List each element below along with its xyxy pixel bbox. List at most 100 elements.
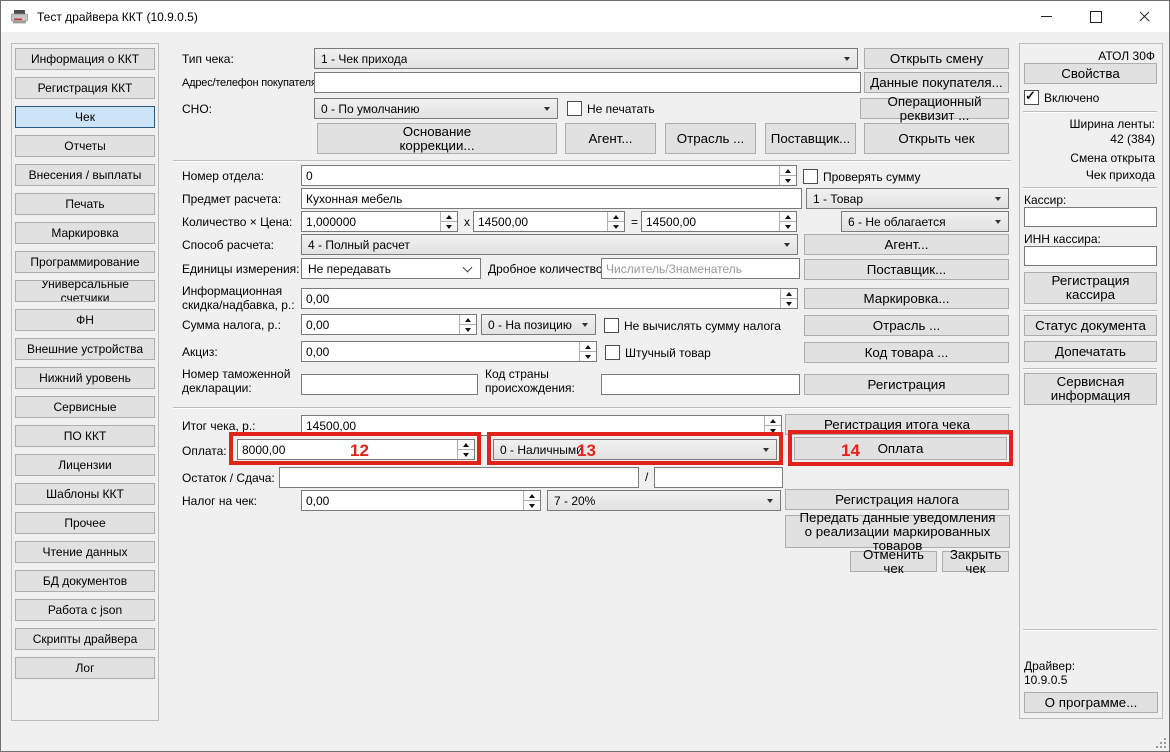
units-dropdown[interactable]: Не передавать [301, 258, 481, 279]
sidebar-item-fn[interactable]: ФН [15, 309, 155, 331]
country-input[interactable] [601, 374, 800, 395]
panel-divider [1023, 111, 1157, 113]
item-type-dropdown[interactable]: 1 - Товар [806, 188, 1009, 209]
sidebar-item-log[interactable]: Лог [15, 657, 155, 679]
register-total-button[interactable]: Регистрация итога чека [785, 414, 1009, 435]
spinner-buttons[interactable] [459, 315, 476, 334]
payment-method-dropdown[interactable]: 4 - Полный расчет [301, 234, 798, 255]
sidebar-item-universal-counters[interactable]: Универсальные счетчики [15, 280, 155, 302]
quantity-spinner[interactable] [301, 211, 458, 232]
sidebar-item-kkt-templates[interactable]: Шаблоны ККТ [15, 483, 155, 505]
receipt-type-dropdown[interactable]: 1 - Чек прихода [314, 48, 858, 69]
total-spinner[interactable] [301, 415, 782, 436]
register-cashier-button[interactable]: Регистрация кассира [1024, 272, 1157, 304]
sidebar-item-print[interactable]: Печать [15, 193, 155, 215]
sidebar-item-low-level[interactable]: Нижний уровень [15, 367, 155, 389]
check-sum-checkbox[interactable]: Проверять сумму [803, 169, 921, 184]
properties-button[interactable]: Свойства [1024, 63, 1157, 84]
spinner-buttons[interactable] [607, 212, 624, 231]
excise-spinner[interactable] [301, 341, 597, 362]
department-spinner[interactable] [301, 165, 797, 186]
resize-grip-icon[interactable] [1164, 746, 1166, 748]
open-shift-button[interactable]: Открыть смену [864, 48, 1009, 69]
sidebar-item-driver-scripts[interactable]: Скрипты драйвера [15, 628, 155, 650]
sidebar-item-marking[interactable]: Маркировка [15, 222, 155, 244]
sidebar-item-reports[interactable]: Отчеты [15, 135, 155, 157]
payment-spinner[interactable] [237, 439, 475, 460]
price-spinner[interactable] [473, 211, 625, 232]
sidebar-item-misc[interactable]: Прочее [15, 512, 155, 534]
spinner-buttons[interactable] [523, 491, 540, 510]
spinner-buttons[interactable] [780, 289, 797, 308]
piece-goods-checkbox[interactable]: Штучный товар [605, 345, 711, 360]
open-receipt-button[interactable]: Открыть чек [864, 123, 1009, 154]
dropdown-arrow-icon [844, 57, 850, 61]
industry-button[interactable]: Отрасль ... [804, 315, 1009, 336]
cashier-label: Кассир: [1024, 193, 1066, 207]
sidebar-item-deposits-payouts[interactable]: Внесения / выплаты [15, 164, 155, 186]
spinner-buttons[interactable] [440, 212, 457, 231]
cashier-input[interactable] [1024, 207, 1157, 227]
spinner-buttons[interactable] [457, 440, 474, 459]
register-button[interactable]: Регистрация [804, 374, 1009, 395]
fraction-input[interactable] [601, 258, 800, 279]
sidebar-item-kkt-software[interactable]: ПО ККТ [15, 425, 155, 447]
cancel-receipt-button[interactable]: Отменить чек [850, 551, 937, 572]
sidebar-item-receipt[interactable]: Чек [15, 106, 155, 128]
spinner-buttons[interactable] [764, 416, 781, 435]
inn-input[interactable] [1024, 246, 1157, 266]
service-info-button[interactable]: Сервисная информация [1024, 373, 1157, 405]
close-button[interactable] [1120, 1, 1169, 32]
receipt-tax-dropdown[interactable]: 7 - 20% [547, 490, 781, 511]
sidebar-item-service[interactable]: Сервисные [15, 396, 155, 418]
vat-dropdown[interactable]: 6 - Не облагается [841, 211, 1009, 232]
buyer-data-button[interactable]: Данные покупателя... [864, 72, 1009, 93]
marking-button[interactable]: Маркировка... [804, 288, 1009, 309]
register-tax-button[interactable]: Регистрация налога [785, 489, 1009, 510]
amount-spinner[interactable] [641, 211, 797, 232]
agent-button[interactable]: Агент... [804, 234, 1009, 255]
supplier-button[interactable]: Поставщик... [804, 259, 1009, 280]
sidebar-item-doc-db[interactable]: БД документов [15, 570, 155, 592]
product-code-button[interactable]: Код товара ... [804, 342, 1009, 363]
payment-type-dropdown[interactable]: 0 - Наличными [493, 439, 777, 460]
tape-width-value: 42 (384) [1023, 132, 1155, 146]
send-marking-notification-button[interactable]: Передать данные уведомления о реализации… [785, 515, 1010, 548]
document-status-button[interactable]: Статус документа [1024, 315, 1157, 336]
spinner-buttons[interactable] [579, 342, 596, 361]
spinner-buttons[interactable] [779, 212, 796, 231]
sidebar-item-external-devices[interactable]: Внешние устройства [15, 338, 155, 360]
reprint-button[interactable]: Допечатать [1024, 341, 1157, 362]
customs-input[interactable] [301, 374, 478, 395]
sno-dropdown[interactable]: 0 - По умолчанию [314, 98, 558, 119]
tax-sum-spinner[interactable] [301, 314, 477, 335]
sidebar-item-information[interactable]: Информация о ККТ [15, 48, 155, 70]
discount-spinner[interactable] [301, 288, 798, 309]
receipt-tax-spinner[interactable] [301, 490, 541, 511]
agent-button-top[interactable]: Агент... [565, 123, 656, 154]
maximize-button[interactable] [1071, 1, 1120, 32]
supplier-button-top[interactable]: Поставщик... [765, 123, 856, 154]
operational-attr-button[interactable]: Операционный реквизит ... [860, 98, 1009, 119]
change-input[interactable] [279, 467, 639, 488]
sidebar-item-read-data[interactable]: Чтение данных [15, 541, 155, 563]
minimize-button[interactable] [1022, 1, 1071, 32]
spinner-buttons[interactable] [779, 166, 796, 185]
no-tax-calc-checkbox[interactable]: Не вычислять сумму налога [604, 318, 781, 333]
surrender-input[interactable] [654, 467, 783, 488]
industry-button-top[interactable]: Отрасль ... [665, 123, 756, 154]
pay-button[interactable]: Оплата [794, 437, 1007, 460]
enabled-checkbox[interactable]: Включено [1024, 90, 1099, 105]
sidebar-item-programming[interactable]: Программирование [15, 251, 155, 273]
sidebar-item-registration[interactable]: Регистрация ККТ [15, 77, 155, 99]
sidebar-item-licenses[interactable]: Лицензии [15, 454, 155, 476]
buyer-address-input[interactable] [314, 72, 861, 93]
subject-input[interactable] [301, 188, 802, 209]
about-button[interactable]: О программе... [1024, 692, 1158, 713]
close-receipt-button[interactable]: Закрыть чек [942, 551, 1009, 572]
dropdown-arrow-icon [767, 499, 773, 503]
tax-target-dropdown[interactable]: 0 - На позицию [481, 314, 596, 335]
sidebar-item-json[interactable]: Работа с json [15, 599, 155, 621]
no-print-checkbox[interactable]: Не печатать [567, 101, 655, 116]
correction-base-button[interactable]: Основание коррекции... [317, 123, 557, 154]
